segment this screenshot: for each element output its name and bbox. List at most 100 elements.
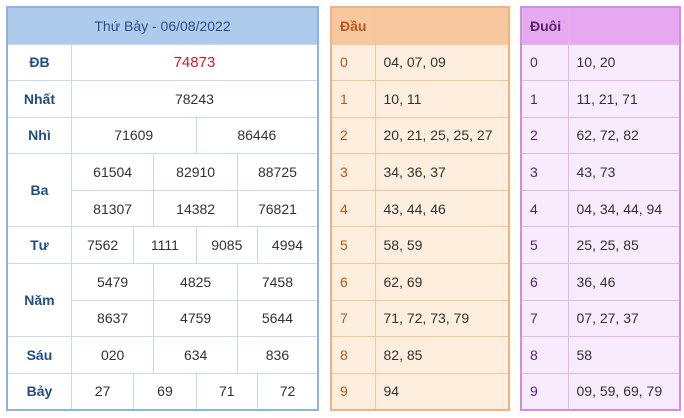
tail-row: 6 36, 46 xyxy=(520,263,681,301)
digit: 4 xyxy=(330,189,376,228)
numbers: 58, 59 xyxy=(374,226,510,265)
prize-number: 69 xyxy=(133,372,197,411)
prize-number: 71609 xyxy=(70,116,197,155)
digit: 6 xyxy=(520,263,569,301)
digit: 2 xyxy=(330,116,376,155)
digit: 9 xyxy=(520,372,569,411)
prize-number: 4994 xyxy=(256,226,319,265)
special-prize-number: 74873 xyxy=(70,43,319,82)
prize-number: 634 xyxy=(153,336,238,374)
tail-row: 9 09, 59, 69, 79 xyxy=(520,372,681,411)
digit: 7 xyxy=(330,299,376,338)
digit: 3 xyxy=(520,153,569,191)
head-row: 9 94 xyxy=(330,372,510,411)
digit: 8 xyxy=(330,336,376,374)
digit: 1 xyxy=(520,80,569,118)
tail-digit-header: Đuôi xyxy=(520,6,569,45)
digit: 7 xyxy=(520,299,569,338)
head-row: 5 58, 59 xyxy=(330,226,510,265)
results-table: Thứ Bảy - 06/08/2022 ĐB 74873 Nhất 78243… xyxy=(6,6,319,411)
prize-label: Nhì xyxy=(6,116,72,155)
prize-number: 86446 xyxy=(195,116,319,155)
prize-number: 82910 xyxy=(153,153,238,191)
head-row: 3 34, 36, 37 xyxy=(330,153,510,191)
numbers: 11, 21, 71 xyxy=(567,80,681,118)
header-blank xyxy=(374,6,510,45)
prize-number: 7458 xyxy=(236,263,319,301)
prize-label: Tư xyxy=(6,226,72,265)
digit: 5 xyxy=(520,226,569,265)
prize-number: 88725 xyxy=(236,153,319,191)
prize-row-nhi: Nhì 71609 86446 xyxy=(6,116,319,155)
prize-number: 71 xyxy=(195,372,258,411)
prize-number: 4825 xyxy=(153,263,238,301)
numbers: 43, 44, 46 xyxy=(374,189,510,228)
numbers: 71, 72, 73, 79 xyxy=(374,299,510,338)
prize-number: 836 xyxy=(236,336,319,374)
prize-label: Ba xyxy=(6,153,72,228)
tail-digit-table: Đuôi 0 10, 20 1 11, 21, 71 2 62, 72, 82 3 43… xyxy=(520,6,681,411)
numbers: 82, 85 xyxy=(374,336,510,374)
prize-number: 81307 xyxy=(70,189,155,228)
numbers: 04, 07, 09 xyxy=(374,43,510,82)
numbers: 09, 59, 69, 79 xyxy=(567,372,681,411)
prize-row-ba: Ba 61504 82910 88725 xyxy=(6,153,319,228)
numbers: 43, 73 xyxy=(567,153,681,191)
prize-number: 020 xyxy=(70,336,155,374)
prize-row-nam: Năm 5479 4825 7458 xyxy=(6,263,319,338)
digit: 8 xyxy=(520,336,569,374)
prize-number: 76821 xyxy=(236,189,319,228)
head-row: 2 20, 21, 25, 25, 27 xyxy=(330,116,510,155)
prize-number: 14382 xyxy=(153,189,238,228)
digit: 3 xyxy=(330,153,376,191)
head-row: 0 04, 07, 09 xyxy=(330,43,510,82)
prize-label: ĐB xyxy=(6,43,72,82)
numbers: 10, 11 xyxy=(374,80,510,118)
prize-label: Sáu xyxy=(6,336,72,374)
numbers: 36, 46 xyxy=(567,263,681,301)
digit: 1 xyxy=(330,80,376,118)
prize-row-nhat: Nhất 78243 xyxy=(6,80,319,118)
digit: 9 xyxy=(330,372,376,411)
numbers: 10, 20 xyxy=(567,43,681,82)
prize-row-tu: Tư 7562 1111 9085 4994 xyxy=(6,226,319,265)
prize-label: Năm xyxy=(6,263,72,338)
tail-row: 0 10, 20 xyxy=(520,43,681,82)
digit: 5 xyxy=(330,226,376,265)
head-row: 8 82, 85 xyxy=(330,336,510,374)
tail-row: 3 43, 73 xyxy=(520,153,681,191)
draw-date-title: Thứ Bảy - 06/08/2022 xyxy=(6,6,319,45)
numbers: 07, 27, 37 xyxy=(567,299,681,338)
prize-number: 8637 xyxy=(70,299,155,338)
tail-row: 1 11, 21, 71 xyxy=(520,80,681,118)
prize-row-db: ĐB 74873 xyxy=(6,43,319,82)
prize-number: 78243 xyxy=(70,80,319,118)
prize-row-sau: Sáu 020 634 836 xyxy=(6,336,319,374)
prize-label: Nhất xyxy=(6,80,72,118)
head-row: 7 71, 72, 73, 79 xyxy=(330,299,510,338)
prize-number: 4759 xyxy=(153,299,238,338)
head-row: 4 43, 44, 46 xyxy=(330,189,510,228)
digit: 4 xyxy=(520,189,569,228)
head-digit-header: Đầu xyxy=(330,6,376,45)
prize-row-bay: Bảy 27 69 71 72 xyxy=(6,372,319,411)
prize-number: 5644 xyxy=(236,299,319,338)
numbers: 62, 72, 82 xyxy=(567,116,681,155)
numbers: 94 xyxy=(374,372,510,411)
prize-number: 9085 xyxy=(195,226,258,265)
header-blank xyxy=(567,6,681,45)
tail-row: 5 25, 25, 85 xyxy=(520,226,681,265)
tail-row: 4 04, 34, 44, 94 xyxy=(520,189,681,228)
tail-row: 8 58 xyxy=(520,336,681,374)
digit: 0 xyxy=(520,43,569,82)
digit: 0 xyxy=(330,43,376,82)
prize-number: 5479 xyxy=(70,263,155,301)
numbers: 25, 25, 85 xyxy=(567,226,681,265)
tail-row: 2 62, 72, 82 xyxy=(520,116,681,155)
numbers: 20, 21, 25, 25, 27 xyxy=(374,116,510,155)
prize-number: 72 xyxy=(256,372,319,411)
prize-number: 7562 xyxy=(70,226,135,265)
prize-label: Bảy xyxy=(6,372,72,411)
numbers: 04, 34, 44, 94 xyxy=(567,189,681,228)
numbers: 62, 69 xyxy=(374,263,510,301)
